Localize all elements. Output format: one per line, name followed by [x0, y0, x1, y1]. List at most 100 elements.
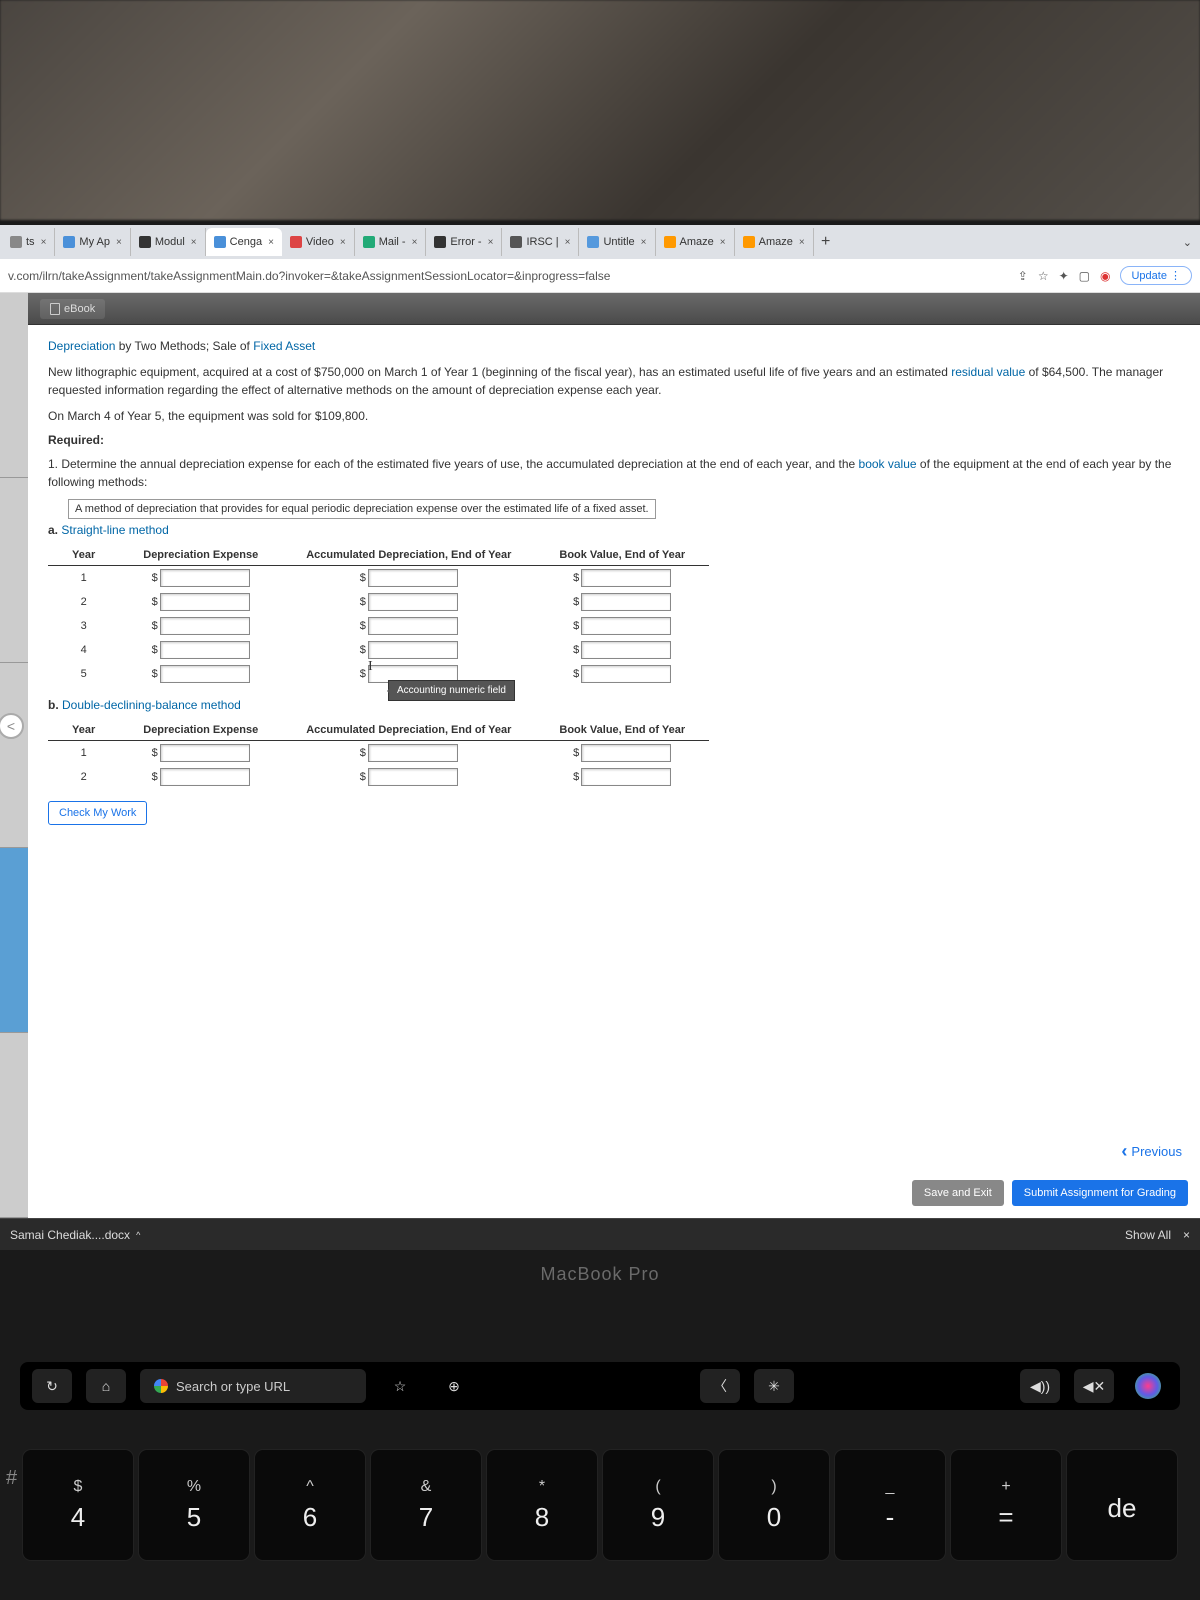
tb-refresh-icon[interactable]: ↻: [32, 1369, 72, 1403]
keyboard-key[interactable]: %5: [139, 1450, 249, 1560]
url-bar: v.com/ilrn/takeAssignment/takeAssignment…: [0, 259, 1200, 293]
tab-2[interactable]: Modul×: [131, 228, 206, 256]
tb-mute-icon[interactable]: ◀✕: [1074, 1369, 1114, 1403]
url-text[interactable]: v.com/ilrn/takeAssignment/takeAssignment…: [8, 269, 1010, 283]
tab-8[interactable]: Untitle×: [579, 228, 655, 256]
depreciation-expense-input[interactable]: [160, 665, 250, 683]
side-tab-1[interactable]: [0, 293, 28, 478]
p1-link[interactable]: residual value: [951, 365, 1025, 379]
close-icon[interactable]: ×: [41, 237, 47, 248]
side-tab-5[interactable]: [0, 1033, 28, 1218]
tab-4[interactable]: Video×: [282, 228, 355, 256]
depreciation-expense-input[interactable]: [160, 617, 250, 635]
tb-star-icon[interactable]: ☆: [380, 1369, 420, 1403]
close-icon[interactable]: ×: [488, 237, 494, 248]
close-icon[interactable]: ×: [191, 237, 197, 248]
close-icon[interactable]: ×: [565, 237, 571, 248]
side-tab-2[interactable]: [0, 478, 28, 663]
tab-overflow-icon[interactable]: ⌄: [1175, 236, 1200, 249]
tb-volume-icon[interactable]: ◀)): [1020, 1369, 1060, 1403]
book-value-input[interactable]: [581, 593, 671, 611]
keyboard-key[interactable]: (9: [603, 1450, 713, 1560]
tab-9[interactable]: Amaze×: [656, 228, 735, 256]
title-link-b[interactable]: Fixed Asset: [253, 339, 315, 353]
keyboard-key[interactable]: de: [1067, 1450, 1177, 1560]
r1-link[interactable]: book value: [859, 457, 917, 471]
book-value-input[interactable]: [581, 569, 671, 587]
keyboard-key[interactable]: *8: [487, 1450, 597, 1560]
ebook-button[interactable]: eBook: [40, 299, 105, 319]
keyboard-key[interactable]: ^6: [255, 1450, 365, 1560]
new-tab-button[interactable]: +: [814, 233, 838, 251]
book-value-input[interactable]: [581, 641, 671, 659]
accumulated-depreciation-input[interactable]: [368, 744, 458, 762]
close-icon[interactable]: ×: [720, 237, 726, 248]
title-link-a[interactable]: Depreciation: [48, 339, 115, 353]
tab-3-active[interactable]: Cenga×: [206, 228, 282, 256]
tooltip-definition-box: A method of depreciation that provides f…: [68, 499, 1180, 519]
method-a-link[interactable]: Straight-line method: [61, 523, 168, 537]
tab-10[interactable]: Amaze×: [735, 228, 814, 256]
book-value-input[interactable]: [581, 768, 671, 786]
year-cell: 1: [48, 566, 119, 591]
depreciation-expense-input[interactable]: [160, 641, 250, 659]
tb-back-icon[interactable]: 〈: [700, 1369, 740, 1403]
tb-home-icon[interactable]: ⌂: [86, 1369, 126, 1403]
tab-7[interactable]: IRSC | ×: [502, 228, 579, 256]
close-icon[interactable]: ×: [641, 237, 647, 248]
method-b-link[interactable]: Double-declining-balance method: [62, 698, 241, 712]
depreciation-expense-input[interactable]: [160, 593, 250, 611]
extension-icon[interactable]: ✦: [1059, 269, 1069, 283]
star-icon[interactable]: ☆: [1038, 269, 1049, 283]
tb-brightness-icon[interactable]: ✳: [754, 1369, 794, 1403]
keyboard-key[interactable]: _-: [835, 1450, 945, 1560]
window-icon[interactable]: ▢: [1079, 269, 1090, 283]
google-icon: [154, 1379, 168, 1393]
method-b-label: b. Double-declining-balance method: [48, 698, 1180, 712]
accumulated-depreciation-input[interactable]: [368, 768, 458, 786]
accumulated-depreciation-input[interactable]: [368, 641, 458, 659]
record-icon[interactable]: ◉: [1100, 269, 1110, 283]
side-tab-4-active[interactable]: [0, 848, 28, 1033]
download-item[interactable]: Samai Chediak....docx ^: [10, 1228, 140, 1242]
book-value-input[interactable]: [581, 665, 671, 683]
tab-label: IRSC |: [526, 236, 558, 248]
book-value-input[interactable]: [581, 617, 671, 635]
tab-0[interactable]: ts×: [2, 228, 55, 256]
accumulated-depreciation-input[interactable]: [368, 593, 458, 611]
accumulated-depreciation-input[interactable]: [368, 569, 458, 587]
tb-plus-icon[interactable]: ⊕: [434, 1369, 474, 1403]
close-icon[interactable]: ×: [268, 237, 274, 248]
side-tab-3[interactable]: [0, 663, 28, 848]
keyboard-key[interactable]: )0: [719, 1450, 829, 1560]
depreciation-expense-input[interactable]: [160, 569, 250, 587]
accumulated-depreciation-input[interactable]: [368, 617, 458, 635]
chevron-up-icon[interactable]: ^: [136, 1230, 140, 1240]
depreciation-expense-input[interactable]: [160, 744, 250, 762]
close-icon[interactable]: ×: [412, 237, 418, 248]
save-and-exit-button[interactable]: Save and Exit: [912, 1180, 1004, 1206]
keyboard-key[interactable]: +=: [951, 1450, 1061, 1560]
tooltip-text: A method of depreciation that provides f…: [68, 499, 656, 519]
dollar-sign: $: [360, 668, 366, 680]
check-my-work-button[interactable]: Check My Work: [48, 801, 147, 825]
tab-6[interactable]: Error -×: [426, 228, 502, 256]
tb-siri-icon[interactable]: [1128, 1369, 1168, 1403]
update-button[interactable]: Update ⋮: [1120, 266, 1192, 285]
previous-button[interactable]: ‹ Previous: [1121, 1141, 1182, 1162]
tab-1[interactable]: My Ap×: [55, 228, 130, 256]
tb-search-input[interactable]: Search or type URL: [140, 1369, 366, 1403]
tab-5[interactable]: Mail -×: [355, 228, 427, 256]
keyboard-key[interactable]: &7: [371, 1450, 481, 1560]
show-all-button[interactable]: Show All: [1125, 1228, 1171, 1242]
keyboard-key[interactable]: $4: [23, 1450, 133, 1560]
book-value-input[interactable]: [581, 744, 671, 762]
close-icon[interactable]: ×: [116, 237, 122, 248]
close-icon[interactable]: ×: [340, 237, 346, 248]
share-icon[interactable]: ⇪: [1018, 269, 1028, 283]
submit-assignment-button[interactable]: Submit Assignment for Grading: [1012, 1180, 1188, 1206]
close-icon[interactable]: ×: [799, 237, 805, 248]
year-cell: 1: [48, 741, 119, 766]
close-downloads-icon[interactable]: ×: [1183, 1228, 1190, 1242]
depreciation-expense-input[interactable]: [160, 768, 250, 786]
